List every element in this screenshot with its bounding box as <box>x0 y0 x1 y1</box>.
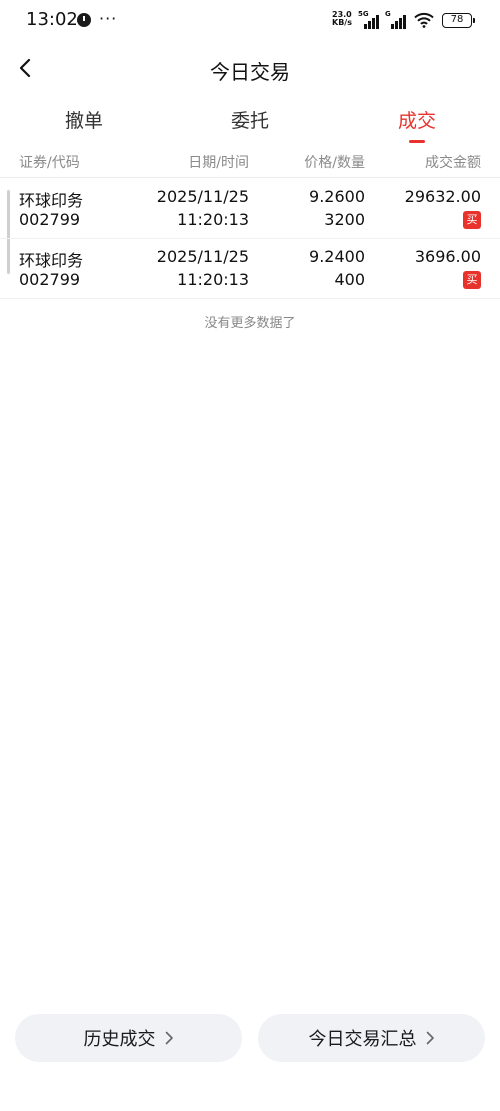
status-bar: 13:02 ··· 23.0 KB/s 5G G 78 <box>0 0 500 44</box>
trade-quantity: 3200 <box>324 210 365 229</box>
history-deals-button[interactable]: 历史成交 <box>15 1014 242 1062</box>
battery-level: 78 <box>450 14 464 25</box>
signal-g-label: G <box>385 10 391 18</box>
today-summary-label: 今日交易汇总 <box>308 1029 417 1050</box>
table-row[interactable]: 环球印务 002799 2025/11/25 11:20:13 9.2600 3… <box>0 179 500 239</box>
tab-entrust[interactable]: 委托 <box>180 106 320 133</box>
page-title: 今日交易 <box>210 60 290 84</box>
no-more-data-text: 没有更多数据了 <box>204 316 296 331</box>
table-header: 证券/代码 日期/时间 价格/数量 成交金额 <box>0 146 500 178</box>
trade-price: 9.2400 <box>309 247 365 266</box>
security-name: 环球印务 <box>19 251 84 270</box>
nav-bar: 今日交易 <box>0 44 500 96</box>
notification-icon <box>77 13 91 27</box>
buy-badge: 买 <box>463 271 481 289</box>
chevron-right-icon <box>165 1031 173 1045</box>
tab-deals[interactable]: 成交 <box>347 106 487 133</box>
battery-icon: 78 <box>442 13 475 28</box>
security-name: 环球印务 <box>19 191 84 210</box>
wifi-icon <box>414 12 434 28</box>
signal-5g-icon: 5G <box>358 10 380 29</box>
security-code: 002799 <box>19 270 81 289</box>
tab-bar: 撤单 委托 成交 <box>0 100 500 146</box>
more-notifications-icon: ··· <box>99 9 118 28</box>
signal-g-icon: G <box>385 10 407 29</box>
chevron-right-icon <box>426 1031 434 1045</box>
header-amount: 成交金额 <box>425 155 481 171</box>
network-speed-unit: KB/s <box>332 18 352 27</box>
history-deals-label: 历史成交 <box>83 1029 156 1050</box>
trade-price: 9.2600 <box>309 187 365 206</box>
trade-quantity: 400 <box>334 270 365 289</box>
trade-time: 11:20:13 <box>177 210 249 229</box>
tab-cancel-order[interactable]: 撤单 <box>14 106 154 133</box>
header-datetime: 日期/时间 <box>188 155 249 171</box>
trade-date: 2025/11/25 <box>156 247 249 266</box>
trade-time: 11:20:13 <box>177 270 249 289</box>
network-speed: 23.0 KB/s <box>332 11 352 27</box>
active-tab-indicator <box>409 140 425 143</box>
table-row[interactable]: 环球印务 002799 2025/11/25 11:20:13 9.2400 4… <box>0 239 500 299</box>
header-price-qty: 价格/数量 <box>304 155 365 171</box>
header-security: 证券/代码 <box>19 155 80 171</box>
signal-5g-label: 5G <box>358 10 369 18</box>
status-time: 13:02 <box>26 9 78 30</box>
security-code: 002799 <box>19 210 81 229</box>
trade-amount: 3696.00 <box>414 247 481 266</box>
buy-badge: 买 <box>463 211 481 229</box>
trade-amount: 29632.00 <box>404 187 481 206</box>
today-summary-button[interactable]: 今日交易汇总 <box>258 1014 485 1062</box>
trade-date: 2025/11/25 <box>156 187 249 206</box>
